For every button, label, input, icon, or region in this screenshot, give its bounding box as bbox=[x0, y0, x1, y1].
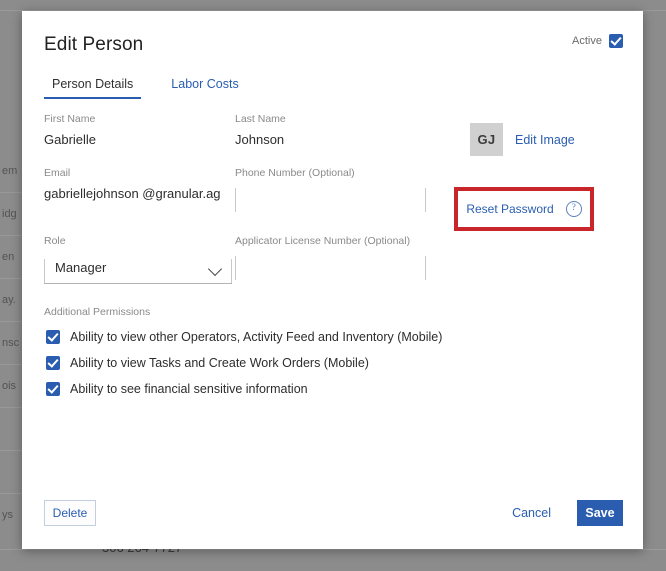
permission-checkbox[interactable] bbox=[46, 330, 60, 344]
permission-item[interactable]: Ability to view other Operators, Activit… bbox=[46, 324, 606, 350]
backdrop-divider bbox=[0, 549, 666, 550]
applicator-license-input[interactable] bbox=[235, 254, 426, 282]
phone-field: Phone Number (Optional) bbox=[235, 167, 426, 214]
chevron-down-icon bbox=[207, 261, 223, 277]
last-name-field: Last Name Johnson bbox=[235, 113, 420, 147]
last-name-label: Last Name bbox=[235, 113, 286, 125]
permission-label: Ability to see financial sensitive infor… bbox=[70, 382, 308, 396]
first-name-label: First Name bbox=[44, 113, 96, 125]
backdrop-row: idg bbox=[0, 193, 22, 236]
cancel-button[interactable]: Cancel bbox=[512, 500, 551, 526]
active-toggle[interactable]: Active bbox=[572, 34, 623, 48]
email-field: Email gabriellejohnson @granular.ag bbox=[44, 167, 239, 201]
tab-labor-costs[interactable]: Labor Costs bbox=[163, 77, 246, 99]
first-name-field: First Name Gabrielle bbox=[44, 113, 239, 147]
last-name-value[interactable]: Johnson bbox=[235, 132, 420, 147]
backdrop-row bbox=[0, 408, 22, 451]
delete-button[interactable]: Delete bbox=[44, 500, 96, 526]
applicator-license-field: Applicator License Number (Optional) bbox=[235, 235, 426, 282]
tab-person-details[interactable]: Person Details bbox=[44, 77, 142, 99]
email-label: Email bbox=[44, 167, 71, 179]
avatar-row: GJ Edit Image bbox=[470, 123, 575, 156]
first-name-value[interactable]: Gabrielle bbox=[44, 132, 239, 147]
role-select[interactable]: Manager bbox=[44, 254, 232, 284]
permission-item[interactable]: Ability to see financial sensitive infor… bbox=[46, 376, 606, 402]
backdrop-row: em bbox=[0, 150, 22, 193]
permission-checkbox[interactable] bbox=[46, 382, 60, 396]
email-value[interactable]: gabriellejohnson @granular.ag bbox=[44, 186, 239, 201]
role-label: Role bbox=[44, 235, 66, 247]
save-button[interactable]: Save bbox=[577, 500, 623, 526]
backdrop-row: ay. bbox=[0, 279, 22, 322]
edit-image-link[interactable]: Edit Image bbox=[515, 133, 575, 147]
dialog-footer: Delete Cancel Save bbox=[22, 489, 643, 549]
permissions-title: Additional Permissions bbox=[44, 306, 151, 318]
applicator-license-label: Applicator License Number (Optional) bbox=[235, 235, 411, 247]
role-value: Manager bbox=[55, 260, 107, 275]
permissions-list: Ability to view other Operators, Activit… bbox=[46, 324, 606, 402]
active-checkbox[interactable] bbox=[609, 34, 623, 48]
backdrop-row: nsc bbox=[0, 322, 22, 365]
role-field: Role Manager bbox=[44, 235, 239, 284]
page-title: Edit Person bbox=[44, 34, 144, 55]
reset-password-highlight: Reset Password ? bbox=[454, 187, 594, 231]
backdrop-row bbox=[0, 451, 22, 494]
backdrop-row: ois bbox=[0, 365, 22, 408]
help-circle-icon[interactable]: ? bbox=[565, 201, 582, 217]
backdrop-table: em idg en ay. nsc ois ys bbox=[0, 150, 22, 535]
phone-input[interactable] bbox=[235, 186, 426, 214]
reset-password-link[interactable]: Reset Password bbox=[466, 202, 553, 216]
active-label: Active bbox=[572, 35, 602, 47]
avatar: GJ bbox=[470, 123, 503, 156]
phone-label: Phone Number (Optional) bbox=[235, 167, 355, 179]
tab-bar: Person Details Labor Costs bbox=[44, 77, 247, 99]
edit-person-dialog: Edit Person Active Person Details Labor … bbox=[22, 11, 643, 549]
permission-label: Ability to view other Operators, Activit… bbox=[70, 330, 443, 344]
permission-label: Ability to view Tasks and Create Work Or… bbox=[70, 356, 369, 370]
permission-item[interactable]: Ability to view Tasks and Create Work Or… bbox=[46, 350, 606, 376]
backdrop-row: ys bbox=[0, 494, 22, 535]
backdrop-row: en bbox=[0, 236, 22, 279]
permission-checkbox[interactable] bbox=[46, 356, 60, 370]
